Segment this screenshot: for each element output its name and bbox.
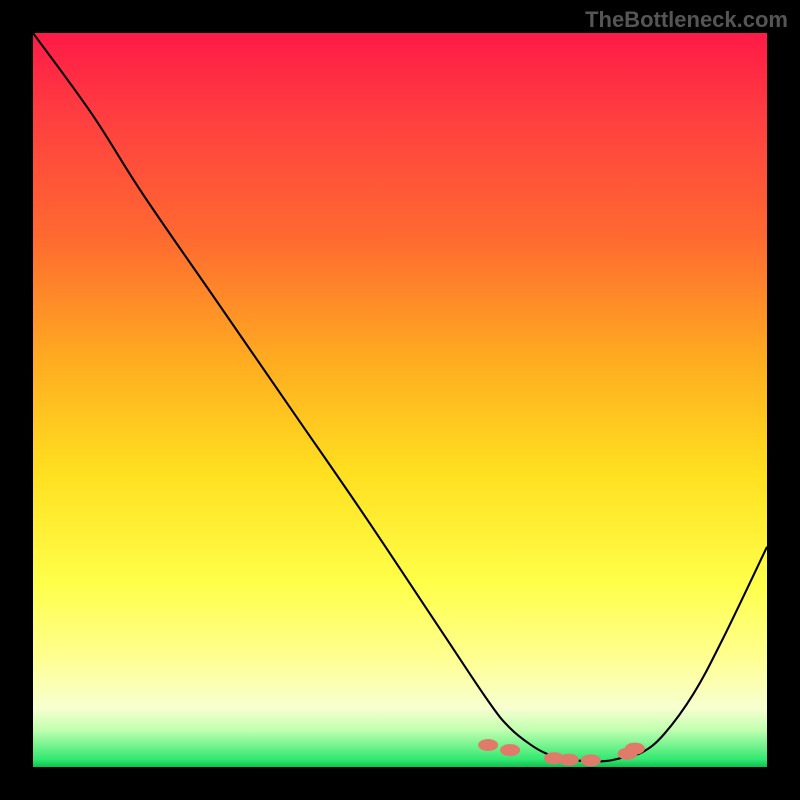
marker-dot — [625, 743, 645, 755]
watermark-label: TheBottleneck.com — [585, 7, 788, 33]
chart-container: TheBottleneck.com — [0, 0, 800, 800]
marker-dot — [478, 739, 498, 751]
main-curve — [33, 33, 767, 762]
marker-dot — [559, 754, 579, 766]
marker-dot — [581, 754, 601, 766]
marker-dot — [500, 744, 520, 756]
curve-svg — [33, 33, 767, 767]
curve-markers — [478, 739, 645, 766]
